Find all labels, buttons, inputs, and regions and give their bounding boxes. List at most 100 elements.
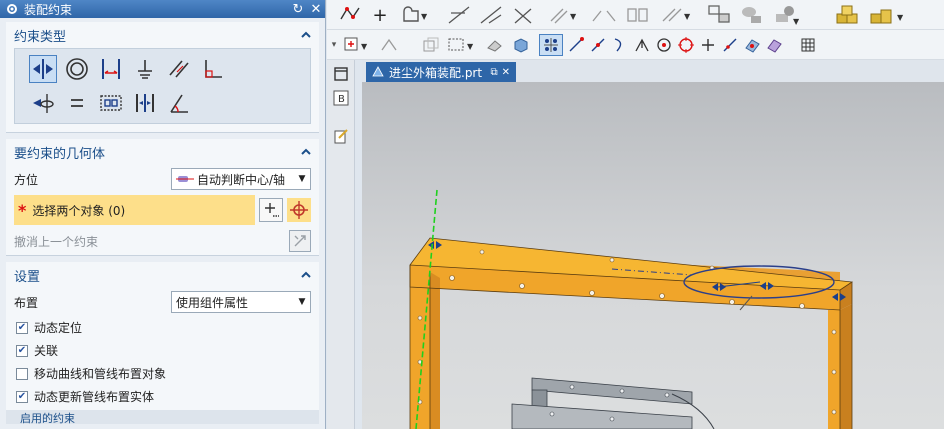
svg-text:▼: ▼: [684, 12, 691, 21]
plus-icon[interactable]: +: [369, 4, 391, 26]
document-tabbar: 进尘外箱装配.prt ⧉ ✕: [362, 60, 944, 82]
intersection-icon[interactable]: [631, 34, 653, 56]
orientation-select[interactable]: 自动判断中心/轴 ▼: [171, 168, 311, 190]
checkbox-dynamic-update[interactable]: ✔ 动态更新管线布置实体: [6, 385, 319, 408]
fix-icon[interactable]: [131, 55, 159, 83]
pattern-curve-icon[interactable]: [623, 4, 653, 26]
part-file-icon: [372, 66, 384, 77]
endpoint-icon[interactable]: [565, 34, 587, 56]
existing-point-icon[interactable]: [697, 34, 719, 56]
checkbox-associative[interactable]: ✔ 关联: [6, 339, 319, 362]
document-tab[interactable]: 进尘外箱装配.prt ⧉ ✕: [366, 62, 516, 82]
derived-curve-icon[interactable]: ▼: [659, 4, 695, 26]
rectangle-select-icon[interactable]: ▼: [445, 34, 479, 56]
svg-text:B: B: [338, 94, 345, 105]
midpoint-icon[interactable]: [587, 34, 609, 56]
bracket-body: [511, 403, 693, 429]
orientation-label: 方位: [14, 172, 39, 187]
parallel-icon[interactable]: [165, 55, 193, 83]
geometry-section: 要约束的几何体 方位 自动判断中心/轴 ▼ * 选择两个对象 (0) 撤消上一个…: [6, 139, 319, 256]
frame-left-post-side: [430, 272, 440, 429]
gold-blocks-dropdown-icon[interactable]: ▼: [867, 4, 907, 26]
snap-point-icon[interactable]: [539, 34, 563, 56]
bracket-top-lip: [531, 377, 693, 405]
svg-text:▼: ▼: [897, 13, 904, 22]
checkbox-icon: ✔: [16, 390, 28, 403]
gear-icon: [7, 4, 17, 14]
point-on-curve-icon[interactable]: [719, 34, 741, 56]
checkbox-label: 动态定位: [34, 321, 83, 335]
angle-icon[interactable]: [165, 89, 193, 117]
copy-select-icon[interactable]: [419, 34, 443, 56]
move-component-icon[interactable]: [737, 4, 767, 26]
crosshair-icon: [290, 201, 308, 219]
checkbox-move-curves[interactable]: 移动曲线和管线布置对象: [6, 362, 319, 385]
mirror-curve-icon[interactable]: [589, 4, 619, 26]
curve-point-icon[interactable]: [337, 4, 363, 26]
toolbar-top: + ▼ ▼ ▼ ▼ ▼: [327, 0, 944, 30]
select-filter-icon[interactable]: ▼: [341, 34, 375, 56]
profile-icon[interactable]: ▼: [397, 4, 431, 26]
document-tab-label: 进尘外箱装配.prt: [389, 65, 483, 80]
add-component-icon[interactable]: [705, 4, 735, 26]
chevron-down-icon: ▼: [298, 297, 306, 307]
chevron-up-icon: [301, 271, 311, 278]
equal-icon[interactable]: [63, 89, 91, 117]
control-point-icon[interactable]: [609, 34, 631, 56]
undo-button[interactable]: [289, 230, 311, 252]
constraint-type-section: 约束类型: [6, 22, 319, 133]
frame-right-post-side: [840, 304, 852, 429]
touch-align-icon[interactable]: [29, 55, 57, 83]
settings-section: 设置 布置 使用组件属性 ▼ ✔ 动态定位 ✔ 关联 移动曲线和管线布置对象 ✔…: [6, 262, 319, 424]
layout-select[interactable]: 使用组件属性 ▼: [171, 291, 311, 313]
geometry-header[interactable]: 要约束的几何体: [6, 139, 319, 165]
center-icon[interactable]: [131, 89, 159, 117]
graphics-viewport[interactable]: [362, 82, 944, 429]
constraint-type-header[interactable]: 约束类型: [6, 22, 319, 48]
close-icon[interactable]: ✕: [307, 2, 325, 17]
perpendicular-icon[interactable]: [199, 55, 227, 83]
quadrant-point-icon[interactable]: [675, 34, 697, 56]
layout-row: 布置 使用组件属性 ▼: [6, 288, 319, 316]
reset-icon[interactable]: ↻: [289, 2, 307, 17]
offset-curve-icon[interactable]: ▼: [547, 4, 581, 26]
svg-text:▼: ▼: [570, 12, 577, 21]
fit-icon[interactable]: [97, 89, 125, 117]
required-icon: *: [18, 200, 27, 220]
eraser-icon[interactable]: [483, 34, 507, 56]
undo-last-constraint[interactable]: 撤消上一个约束: [14, 233, 285, 250]
gold-blocks-icon[interactable]: [833, 4, 863, 26]
snap-icon[interactable]: [377, 34, 401, 56]
line-extend-icon[interactable]: [477, 4, 505, 26]
layout-value: 使用组件属性: [176, 295, 249, 310]
add-object-button[interactable]: [259, 198, 283, 222]
dialog-title: 装配约束: [24, 2, 73, 17]
align-lock-icon[interactable]: [29, 89, 57, 117]
point-on-face-icon[interactable]: [741, 34, 763, 56]
undo-row: 撤消上一个约束: [6, 227, 319, 255]
assembly-model-view[interactable]: [362, 82, 944, 429]
tab-restore-icon[interactable]: ⧉: [490, 67, 497, 78]
bounded-grid-icon[interactable]: [763, 34, 785, 56]
grid-icon[interactable]: [797, 34, 819, 56]
window-icon[interactable]: [331, 64, 351, 84]
edit-document-icon[interactable]: [331, 126, 351, 146]
arc-center-icon[interactable]: [653, 34, 675, 56]
point-dialog-button[interactable]: [287, 198, 311, 222]
select-objects-field[interactable]: * 选择两个对象 (0): [14, 195, 255, 225]
checkbox-dynamic-positioning[interactable]: ✔ 动态定位: [6, 316, 319, 339]
corner-icon[interactable]: [509, 4, 537, 26]
concentric-icon[interactable]: [63, 55, 91, 83]
b-icon[interactable]: B: [331, 88, 351, 108]
assembly-constraint-dialog: 装配约束 ↻ ✕ 约束类型 要约束的几何体 方位 自动判断中心/轴 ▼ * 选择…: [0, 0, 326, 429]
enabled-constraints-header[interactable]: 启用的约束: [6, 410, 319, 424]
line-trim-icon[interactable]: [445, 4, 473, 26]
distance-icon[interactable]: [97, 55, 125, 83]
section-title: 要约束的几何体: [14, 146, 106, 162]
tab-close-icon[interactable]: ✕: [502, 67, 510, 78]
assembly-constraint-icon[interactable]: ▼: [771, 4, 801, 26]
settings-header[interactable]: 设置: [6, 262, 319, 288]
frame-left-post: [410, 265, 430, 429]
chevron-down-icon[interactable]: ▾: [329, 34, 339, 56]
cube-icon[interactable]: [509, 34, 533, 56]
